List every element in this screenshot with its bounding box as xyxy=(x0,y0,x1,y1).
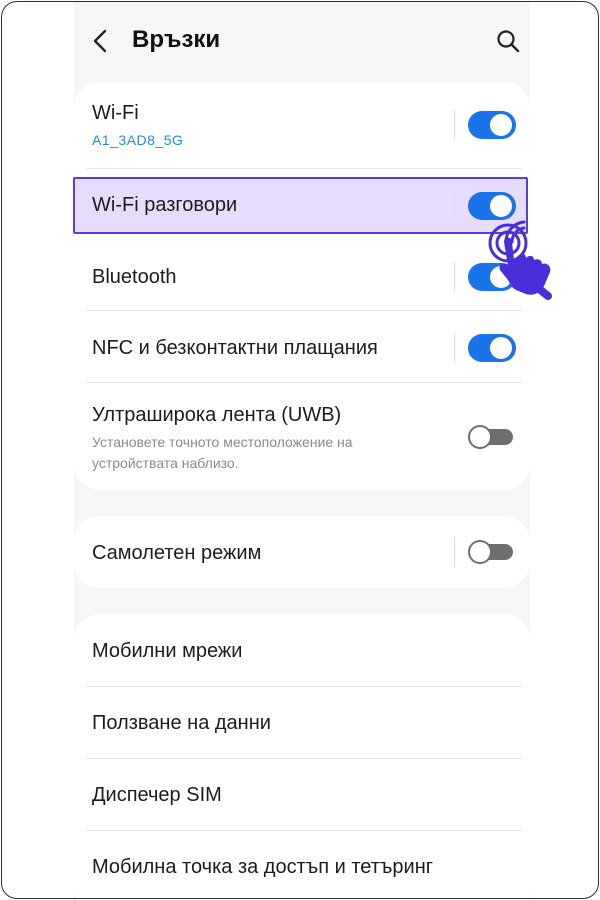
nfc-toggle[interactable] xyxy=(468,334,516,362)
hotspot-tethering-row[interactable]: Мобилна точка за достъп и тетъринг xyxy=(74,830,530,898)
sim-manager-row[interactable]: Диспечер SIM xyxy=(74,758,530,830)
wifi-calling-label: Wi-Fi разговори xyxy=(92,194,238,216)
divider xyxy=(454,262,455,292)
wifi-network-name: A1_3AD8_5G xyxy=(92,132,184,148)
connections-card: Wi-Fi A1_3AD8_5G Bluetooth NFC и безконт… xyxy=(74,82,530,490)
sim-manager-label: Диспечер SIM xyxy=(92,784,222,806)
airplane-mode-toggle[interactable] xyxy=(468,538,516,566)
bluetooth-row[interactable]: Bluetooth xyxy=(74,242,530,308)
row-divider xyxy=(86,168,522,169)
divider xyxy=(454,110,455,140)
search-icon[interactable] xyxy=(495,28,521,54)
uwb-row[interactable]: Ултраширока лента (UWB) Установете точно… xyxy=(74,384,530,490)
airplane-mode-label: Самолетен режим xyxy=(92,542,262,564)
settings-screen: Връзки Wi-Fi A1_3AD8_5G Bluetooth NFC и … xyxy=(74,2,530,898)
wifi-label: Wi-Fi xyxy=(92,102,139,124)
tap-hand-icon xyxy=(488,220,552,300)
wifi-toggle[interactable] xyxy=(468,111,516,139)
wifi-row[interactable]: Wi-Fi A1_3AD8_5G xyxy=(74,82,530,168)
page-title: Връзки xyxy=(132,26,221,53)
divider xyxy=(454,191,455,221)
divider xyxy=(454,333,455,363)
back-chevron-icon[interactable] xyxy=(90,28,112,54)
nfc-label: NFC и безконтактни плащания xyxy=(92,337,378,359)
screenshot-frame: Връзки Wi-Fi A1_3AD8_5G Bluetooth NFC и … xyxy=(1,1,599,899)
data-usage-label: Ползване на данни xyxy=(92,712,271,734)
uwb-label: Ултраширока лента (UWB) xyxy=(92,404,342,426)
row-divider xyxy=(86,382,522,383)
wifi-calling-row[interactable]: Wi-Fi разговори xyxy=(73,177,528,234)
divider xyxy=(454,537,455,567)
bluetooth-label: Bluetooth xyxy=(92,266,177,288)
network-card: Мобилни мрежи Ползване на данни Диспечер… xyxy=(74,614,530,898)
uwb-description: Установете точното местоположение на уст… xyxy=(92,434,353,471)
data-usage-row[interactable]: Ползване на данни xyxy=(74,686,530,758)
mobile-networks-label: Мобилни мрежи xyxy=(92,640,243,662)
nfc-row[interactable]: NFC и безконтактни плащания xyxy=(74,312,530,382)
hotspot-tethering-label: Мобилна точка за достъп и тетъринг xyxy=(92,856,434,878)
airplane-card: Самолетен режим xyxy=(74,516,530,588)
mobile-networks-row[interactable]: Мобилни мрежи xyxy=(74,614,530,686)
uwb-toggle[interactable] xyxy=(468,423,516,451)
row-divider xyxy=(86,310,522,311)
airplane-mode-row[interactable]: Самолетен режим xyxy=(74,516,530,588)
app-bar: Връзки xyxy=(74,2,530,80)
